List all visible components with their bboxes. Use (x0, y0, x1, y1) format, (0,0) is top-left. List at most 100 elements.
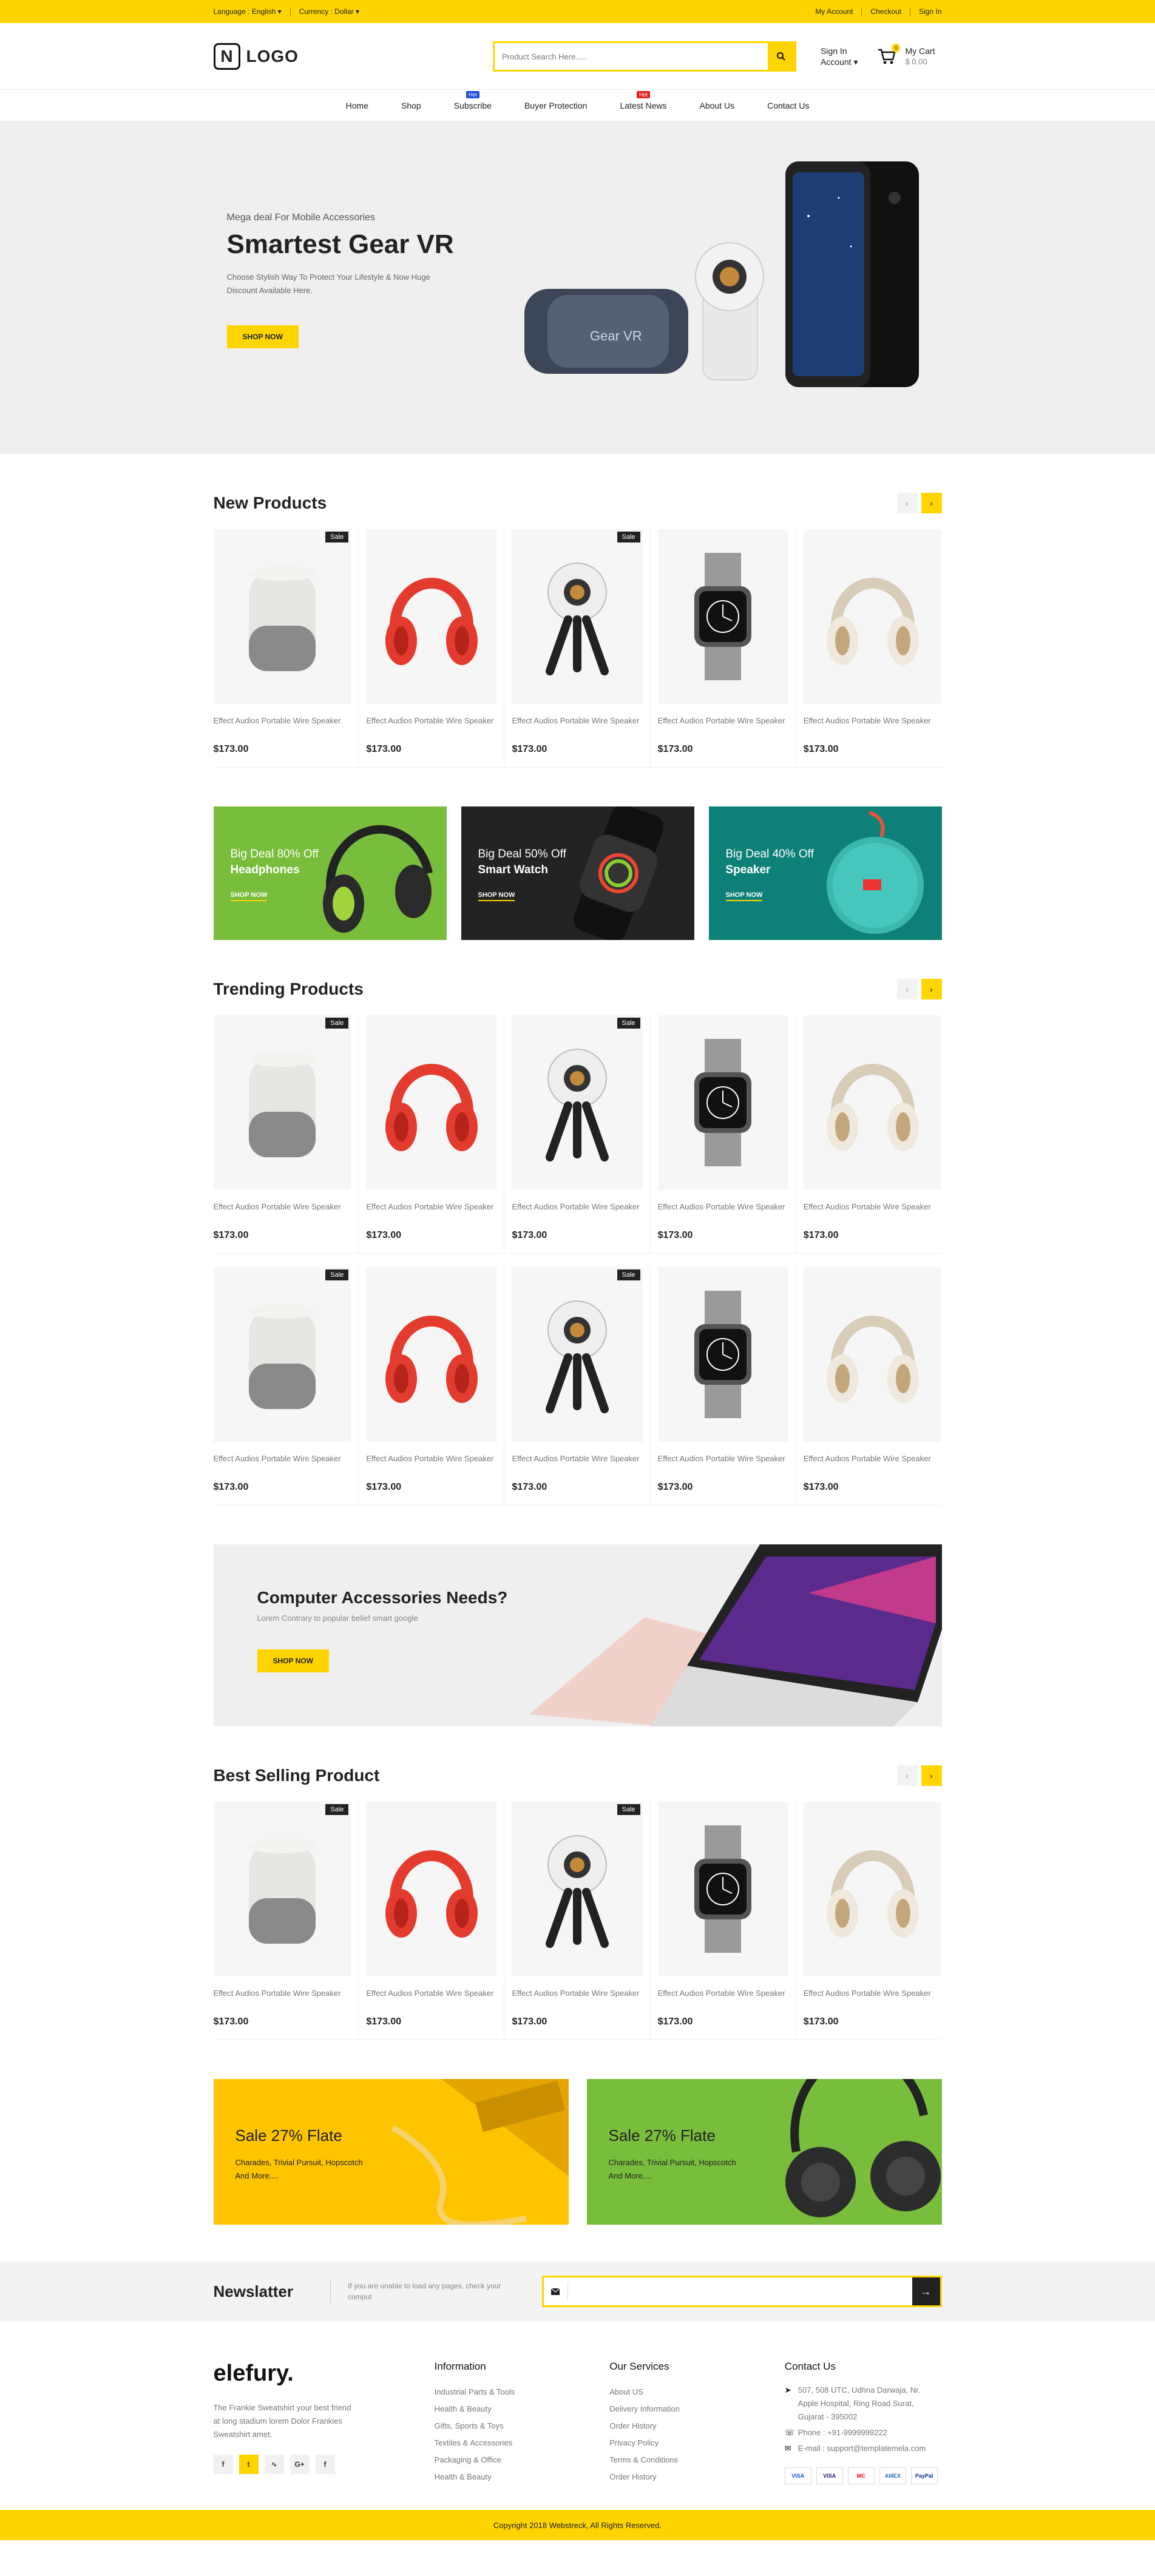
deal-shop-now-link[interactable]: SHOP NOW (725, 891, 763, 901)
product-card[interactable]: Effect Audios Portable Wire Speaker $173.… (359, 1802, 505, 2040)
footer-information-link[interactable]: Textiles & Accessories (435, 2435, 610, 2452)
product-name[interactable]: Effect Audios Portable Wire Speaker (366, 1453, 496, 1477)
product-name[interactable]: Effect Audios Portable Wire Speaker (804, 1201, 942, 1225)
nav-item-subscribe[interactable]: Subscribe Hot (454, 91, 492, 110)
product-card[interactable]: Effect Audios Portable Wire Speaker $173.… (651, 529, 796, 767)
product-card[interactable]: Effect Audios Portable Wire Speaker $173.… (796, 1267, 942, 1505)
product-image[interactable]: Sale (512, 1267, 643, 1442)
product-image[interactable] (657, 1267, 788, 1442)
footer-service-link[interactable]: About US (609, 2384, 785, 2401)
rss-icon[interactable]: ∿ (264, 2455, 284, 2474)
next-arrow-button[interactable]: › (921, 493, 942, 513)
product-card[interactable]: Sale Effect Audios Portable Wire Speaker $… (213, 529, 359, 767)
product-name[interactable]: Effect Audios Portable Wire Speaker (512, 1201, 642, 1225)
product-image[interactable] (366, 529, 497, 704)
product-card[interactable]: Effect Audios Portable Wire Speaker $173.… (651, 1015, 796, 1253)
product-name[interactable]: Effect Audios Portable Wire Speaker (366, 715, 496, 739)
product-card[interactable]: Sale Effect Audios Portable Wire Speaker $… (504, 529, 651, 767)
nav-item-home[interactable]: Home (346, 101, 368, 110)
product-name[interactable]: Effect Audios Portable Wire Speaker (214, 1201, 351, 1225)
search-button[interactable] (767, 43, 794, 70)
product-image[interactable] (366, 1015, 497, 1190)
footer-service-link[interactable]: Order History (609, 2418, 785, 2435)
product-name[interactable]: Effect Audios Portable Wire Speaker (658, 715, 788, 739)
footer-service-link[interactable]: Delivery Information (609, 2401, 785, 2418)
product-name[interactable]: Effect Audios Portable Wire Speaker (804, 1453, 942, 1477)
product-image[interactable]: Sale (213, 529, 351, 704)
logo[interactable]: N LOGO (213, 43, 299, 70)
hero-shop-now-button[interactable]: SHOP NOW (226, 325, 299, 348)
deal-shop-now-link[interactable]: SHOP NOW (230, 891, 268, 901)
product-name[interactable]: Effect Audios Portable Wire Speaker (214, 715, 351, 739)
product-image[interactable] (803, 1015, 942, 1190)
google-plus-icon[interactable]: G+ (290, 2455, 310, 2474)
footer-service-link[interactable]: Order History (609, 2469, 785, 2486)
deal-banner[interactable]: Big Deal 40% Off Speaker SHOP NOW (708, 806, 942, 940)
product-card[interactable]: Effect Audios Portable Wire Speaker $173.… (651, 1267, 796, 1505)
product-image[interactable] (366, 1267, 497, 1442)
product-image[interactable]: Sale (213, 1015, 351, 1190)
product-card[interactable]: Effect Audios Portable Wire Speaker $173.… (796, 1802, 942, 2040)
product-image[interactable] (803, 1802, 942, 1976)
banner-shop-now-button[interactable]: SHOP NOW (257, 1649, 329, 1672)
prev-arrow-button[interactable]: ‹ (896, 493, 918, 513)
product-card[interactable]: Effect Audios Portable Wire Speaker $173.… (359, 529, 505, 767)
deal-banner[interactable]: Big Deal 50% Off Smart Watch SHOP NOW (461, 806, 694, 940)
product-image[interactable]: Sale (512, 1802, 643, 1976)
checkout-link[interactable]: Checkout (870, 7, 901, 16)
product-card[interactable]: Effect Audios Portable Wire Speaker $173.… (359, 1015, 505, 1253)
next-arrow-button[interactable]: › (921, 979, 942, 999)
deal-banner[interactable]: Big Deal 80% Off Headphones SHOP NOW (213, 806, 447, 940)
product-name[interactable]: Effect Audios Portable Wire Speaker (658, 1201, 788, 1225)
sale-banner[interactable]: Sale 27% Flate Charades, Trivial Pursuit,… (213, 2079, 569, 2225)
product-card[interactable]: Sale Effect Audios Portable Wire Speaker $… (213, 1267, 359, 1505)
product-image[interactable] (366, 1802, 497, 1976)
product-name[interactable]: Effect Audios Portable Wire Speaker (512, 1987, 642, 2012)
product-image[interactable] (657, 1802, 788, 1976)
prev-arrow-button[interactable]: ‹ (896, 1765, 918, 1786)
product-card[interactable]: Effect Audios Portable Wire Speaker $173.… (359, 1267, 505, 1505)
product-name[interactable]: Effect Audios Portable Wire Speaker (804, 1987, 942, 2012)
deal-shop-now-link[interactable]: SHOP NOW (478, 891, 515, 901)
facebook-icon[interactable]: f (213, 2455, 233, 2474)
product-name[interactable]: Effect Audios Portable Wire Speaker (658, 1453, 788, 1477)
sign-in-link[interactable]: Sign In (919, 7, 941, 16)
next-arrow-button[interactable]: › (921, 1765, 942, 1786)
product-image[interactable]: Sale (213, 1267, 351, 1442)
cart-button[interactable]: 0 My Cart $ 0.00 (877, 44, 935, 67)
product-image[interactable]: Sale (512, 529, 643, 704)
product-card[interactable]: Sale Effect Audios Portable Wire Speaker $… (504, 1267, 651, 1505)
my-account-link[interactable]: My Account (815, 7, 853, 16)
search-input[interactable] (494, 43, 768, 70)
product-image[interactable] (803, 1267, 942, 1442)
product-name[interactable]: Effect Audios Portable Wire Speaker (366, 1201, 496, 1225)
product-card[interactable]: Sale Effect Audios Portable Wire Speaker $… (504, 1015, 651, 1253)
sale-banner[interactable]: Sale 27% Flate Charades, Trivial Pursuit,… (586, 2079, 942, 2225)
nav-item-about-us[interactable]: About Us (700, 101, 735, 110)
nav-item-shop[interactable]: Shop (401, 101, 421, 110)
product-image[interactable]: Sale (213, 1802, 351, 1976)
footer-information-link[interactable]: Industrial Parts & Tools (435, 2384, 610, 2401)
nav-item-contact-us[interactable]: Contact Us (767, 101, 809, 110)
facebook-icon[interactable]: f (315, 2455, 335, 2474)
account-menu[interactable]: Sign In Account ▾ (821, 46, 858, 67)
product-image[interactable]: Sale (512, 1015, 643, 1190)
product-card[interactable]: Sale Effect Audios Portable Wire Speaker $… (213, 1015, 359, 1253)
product-name[interactable]: Effect Audios Portable Wire Speaker (512, 715, 642, 739)
nav-item-latest-news[interactable]: Latest News Hot (620, 91, 667, 110)
product-name[interactable]: Effect Audios Portable Wire Speaker (804, 715, 942, 739)
footer-service-link[interactable]: Terms & Conditions (609, 2452, 785, 2469)
footer-information-link[interactable]: Health & Beauty (435, 2469, 610, 2486)
language-selector[interactable]: Language : English ▾ (214, 7, 282, 16)
product-image[interactable] (657, 529, 788, 704)
footer-information-link[interactable]: Packaging & Office (435, 2452, 610, 2469)
product-name[interactable]: Effect Audios Portable Wire Speaker (658, 1987, 788, 2012)
newsletter-submit-button[interactable]: → (912, 2277, 940, 2305)
product-name[interactable]: Effect Audios Portable Wire Speaker (366, 1987, 496, 2012)
product-card[interactable]: Sale Effect Audios Portable Wire Speaker $… (504, 1802, 651, 2040)
product-card[interactable]: Effect Audios Portable Wire Speaker $173.… (651, 1802, 796, 2040)
footer-information-link[interactable]: Gifts, Sports & Toys (435, 2418, 610, 2435)
nav-item-buyer-protection[interactable]: Buyer Protection (524, 101, 588, 110)
footer-information-link[interactable]: Health & Beauty (435, 2401, 610, 2418)
product-card[interactable]: Effect Audios Portable Wire Speaker $173.… (796, 529, 942, 767)
